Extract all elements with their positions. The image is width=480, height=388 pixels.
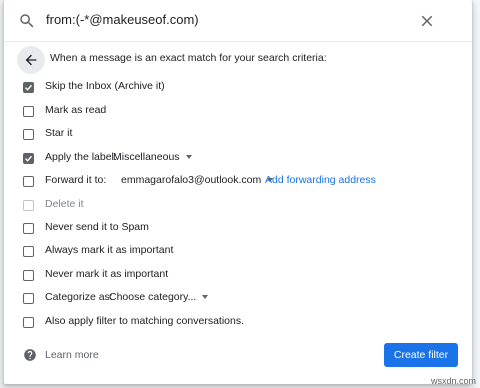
checkbox-forward-it[interactable] xyxy=(23,176,34,187)
forward-address-value: emmagarofalo3@outlook.com xyxy=(121,174,262,186)
option-label: Never send it to Spam xyxy=(45,221,149,233)
option-never-important[interactable]: Never mark it as important xyxy=(4,266,472,288)
option-label: Never mark it as important xyxy=(45,268,169,280)
forward-address-select[interactable]: emmagarofalo3@outlook.com xyxy=(121,174,274,186)
checkbox-never-important[interactable] xyxy=(23,270,34,281)
option-label: Star it xyxy=(45,127,73,139)
option-label: Also apply filter to matching conversati… xyxy=(45,315,245,327)
checkbox-apply-label[interactable] xyxy=(23,153,34,164)
checkbox-mark-as-read[interactable] xyxy=(23,106,34,117)
checkbox-never-spam[interactable] xyxy=(23,223,34,234)
option-apply-label[interactable]: Apply the label: Miscellaneous xyxy=(4,149,472,171)
back-button[interactable] xyxy=(17,46,45,74)
search-bar[interactable]: from:(-*@makeuseof.com) xyxy=(4,0,472,42)
filter-dialog: from:(-*@makeuseof.com) When a message i… xyxy=(4,0,472,384)
watermark: wsxdn.com xyxy=(430,376,476,386)
checkbox-star-it[interactable] xyxy=(23,129,34,140)
option-categorize[interactable]: Categorize as: Choose category... xyxy=(4,289,472,311)
option-label: Delete it xyxy=(45,198,84,210)
checkmark-icon xyxy=(25,155,33,162)
close-icon[interactable] xyxy=(418,12,436,30)
checkbox-always-important[interactable] xyxy=(23,246,34,257)
option-label: Apply the label: xyxy=(45,151,117,163)
label-select[interactable]: Miscellaneous xyxy=(113,151,192,163)
option-label: Skip the Inbox (Archive it) xyxy=(45,80,165,92)
checkmark-icon xyxy=(25,84,33,91)
option-always-important[interactable]: Always mark it as important xyxy=(4,242,472,264)
option-label: Forward it to: xyxy=(45,174,107,186)
option-never-spam[interactable]: Never send it to Spam xyxy=(4,219,472,241)
option-skip-inbox[interactable]: Skip the Inbox (Archive it) xyxy=(4,78,472,100)
create-filter-button[interactable]: Create filter xyxy=(384,343,458,367)
option-label: Always mark it as important xyxy=(45,244,174,256)
dropdown-caret-icon xyxy=(202,295,209,300)
checkbox-apply-to-matching[interactable] xyxy=(23,317,34,328)
label-select-value: Miscellaneous xyxy=(113,151,180,163)
checkbox-skip-inbox[interactable] xyxy=(23,82,34,93)
search-query[interactable]: from:(-*@makeuseof.com) xyxy=(46,12,199,27)
option-apply-to-matching[interactable]: Also apply filter to matching conversati… xyxy=(4,313,472,335)
option-label: Categorize as: xyxy=(45,291,113,303)
checkbox-categorize[interactable] xyxy=(23,293,34,304)
option-mark-as-read[interactable]: Mark as read xyxy=(4,102,472,124)
search-icon xyxy=(20,14,34,28)
criteria-heading: When a message is an exact match for you… xyxy=(50,52,327,64)
option-forward-it[interactable]: Forward it to: emmagarofalo3@outlook.com… xyxy=(4,172,472,194)
option-label: Mark as read xyxy=(45,104,107,116)
category-select-value: Choose category... xyxy=(109,291,197,303)
option-star-it[interactable]: Star it xyxy=(4,125,472,147)
category-select[interactable]: Choose category... xyxy=(109,291,209,303)
learn-more-link[interactable]: Learn more xyxy=(45,349,99,361)
dropdown-caret-icon xyxy=(185,155,192,160)
option-delete-it[interactable]: Delete it xyxy=(4,196,472,218)
arrow-back-icon xyxy=(25,54,37,66)
checkbox-delete-it[interactable] xyxy=(23,200,34,211)
add-forwarding-address-link[interactable]: Add forwarding address xyxy=(265,174,376,186)
help-icon[interactable] xyxy=(23,348,37,362)
